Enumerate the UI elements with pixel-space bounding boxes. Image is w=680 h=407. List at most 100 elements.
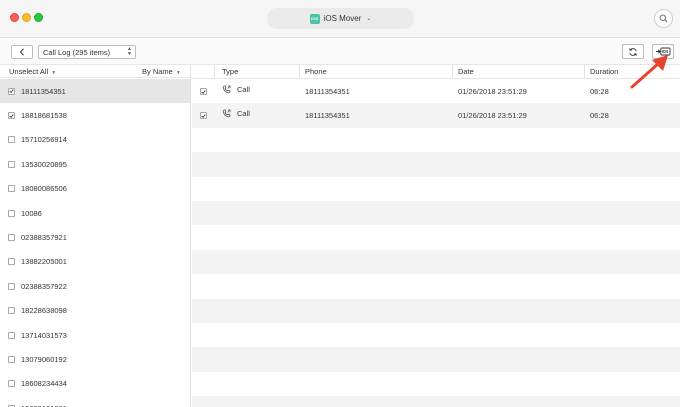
contact-checkbox[interactable] [8,331,15,339]
device-name: iOS Mover [323,14,362,23]
send-to-ios-icon [656,47,671,56]
checkmark-icon [9,89,14,94]
contact-checkbox[interactable] [8,380,15,388]
contact-number: 13079060192 [21,354,67,364]
minimize-window-button[interactable] [22,13,31,22]
contact-list-panel: Unselect All ▼ By Name ▼ 18111354351 188186… [0,65,191,407]
table-stripe [192,200,680,226]
updown-arrows-icon: ▲ ▼ [127,46,132,57]
contact-checkbox[interactable] [8,282,15,290]
contact-checkbox[interactable] [8,307,15,315]
contact-number: 13882205001 [21,257,67,267]
table-row[interactable]: Call 18111354351 01/26/2018 23:51:29 06:28 [192,79,680,103]
contact-number: 10086 [21,208,42,218]
contact-checkbox[interactable] [8,185,15,193]
device-selector[interactable]: iOS iOS Mover ⌄ [267,8,414,29]
chevron-down-icon: ⌄ [366,16,372,22]
contact-checkbox[interactable] [8,355,15,363]
sort-by-dropdown[interactable]: By Name ▼ [142,67,181,76]
contact-number: 02388357922 [21,281,67,291]
contact-list-item[interactable]: 13714031573 [0,323,190,347]
chevron-left-icon [19,48,24,56]
contact-list-item[interactable]: 13882205001 [0,250,190,274]
contact-number: 13714031573 [21,330,67,340]
contact-checkbox[interactable] [8,160,15,168]
contact-list: 18111354351 18818681538 15710256914 1353002… [0,79,190,407]
device-icon: iOS [309,13,320,24]
phone-column-header[interactable]: Phone [305,67,327,76]
contact-number: 18111354351 [21,86,66,96]
contact-checkbox[interactable] [8,209,15,217]
call-log-table: Call 18111354351 01/26/2018 23:51:29 06:28 C… [192,79,680,128]
refresh-button[interactable] [622,44,644,59]
contact-number: 18080086506 [21,184,67,194]
contact-list-item[interactable]: 10086 [0,201,190,225]
contact-list-item[interactable]: 18080086506 [0,177,190,201]
contact-list-item[interactable]: 13608101001 [0,396,190,407]
sort-by-label: By Name [142,67,173,76]
contact-list-item[interactable]: 13530020895 [0,152,190,176]
contact-list-item[interactable]: 15710256914 [0,128,190,152]
contact-list-item[interactable]: 02388357921 [0,225,190,249]
table-stripe [192,128,680,152]
contact-list-item[interactable]: 18111354351 [0,79,190,104]
contact-list-item[interactable]: 18608234434 [0,372,190,396]
caret-down-icon: ▼ [175,70,181,76]
contact-list-item[interactable]: 02388357922 [0,274,190,298]
contact-number: 18608234434 [21,379,67,389]
table-stripe [192,372,680,396]
phone-call-icon [222,109,231,118]
table-stripe [192,323,680,347]
toolbar: Call Log (295 items) ▲ ▼ [0,38,680,65]
contact-checkbox[interactable] [8,112,15,120]
contact-list-header: Unselect All ▼ By Name ▼ [0,65,190,78]
back-button[interactable] [11,45,33,59]
checkmark-icon [201,89,206,94]
column-divider [584,65,585,79]
contact-list-item[interactable]: 13079060192 [0,347,190,371]
column-divider [299,65,300,79]
unselect-all-label: Unselect All [9,67,49,76]
date-column-header[interactable]: Date [458,67,474,76]
table-stripe [192,177,680,201]
table-stripe [192,152,680,177]
contact-list-item[interactable]: 18818681538 [0,103,190,127]
refresh-icon [629,47,637,56]
unselect-all-dropdown[interactable]: Unselect All ▼ [9,67,56,76]
contact-checkbox[interactable] [8,87,15,95]
caret-down-icon: ▼ [51,70,57,76]
column-divider [452,65,453,79]
table-stripe [192,396,680,407]
category-select[interactable]: Call Log (295 items) ▲ ▼ [38,45,136,59]
table-stripe [192,249,680,275]
contact-number: 02388357921 [21,233,67,243]
call-type: Call [237,85,250,94]
table-row[interactable]: Call 18111354351 01/26/2018 23:51:29 06:28 [192,103,680,127]
column-divider [214,65,215,79]
duration-cell: 06:28 [590,111,609,121]
duration-cell: 06:28 [590,87,609,96]
contact-checkbox[interactable] [8,136,15,144]
search-button[interactable] [654,9,673,28]
close-window-button[interactable] [10,13,19,22]
type-cell: Call [222,109,250,118]
table-background [192,79,680,407]
row-checkbox[interactable] [200,112,207,120]
title-bar: iOS iOS Mover ⌄ [0,0,680,38]
send-to-ios-button[interactable] [652,44,674,59]
call-type: Call [237,109,250,119]
zoom-window-button[interactable] [34,13,43,22]
contact-checkbox[interactable] [8,234,15,242]
table-stripe [192,225,680,249]
call-log-panel: Type Phone Date Duration Call 18111354351… [192,65,680,407]
type-column-header[interactable]: Type [222,67,238,76]
table-stripe [192,298,680,323]
phone-cell: 18111354351 [305,111,350,121]
checkmark-icon [9,113,14,118]
contact-list-item[interactable]: 18228638098 [0,299,190,323]
table-header: Type Phone Date Duration [192,65,680,79]
phone-call-icon [222,85,231,94]
contact-checkbox[interactable] [8,258,15,266]
row-checkbox[interactable] [200,88,207,95]
duration-column-header[interactable]: Duration [590,67,618,76]
